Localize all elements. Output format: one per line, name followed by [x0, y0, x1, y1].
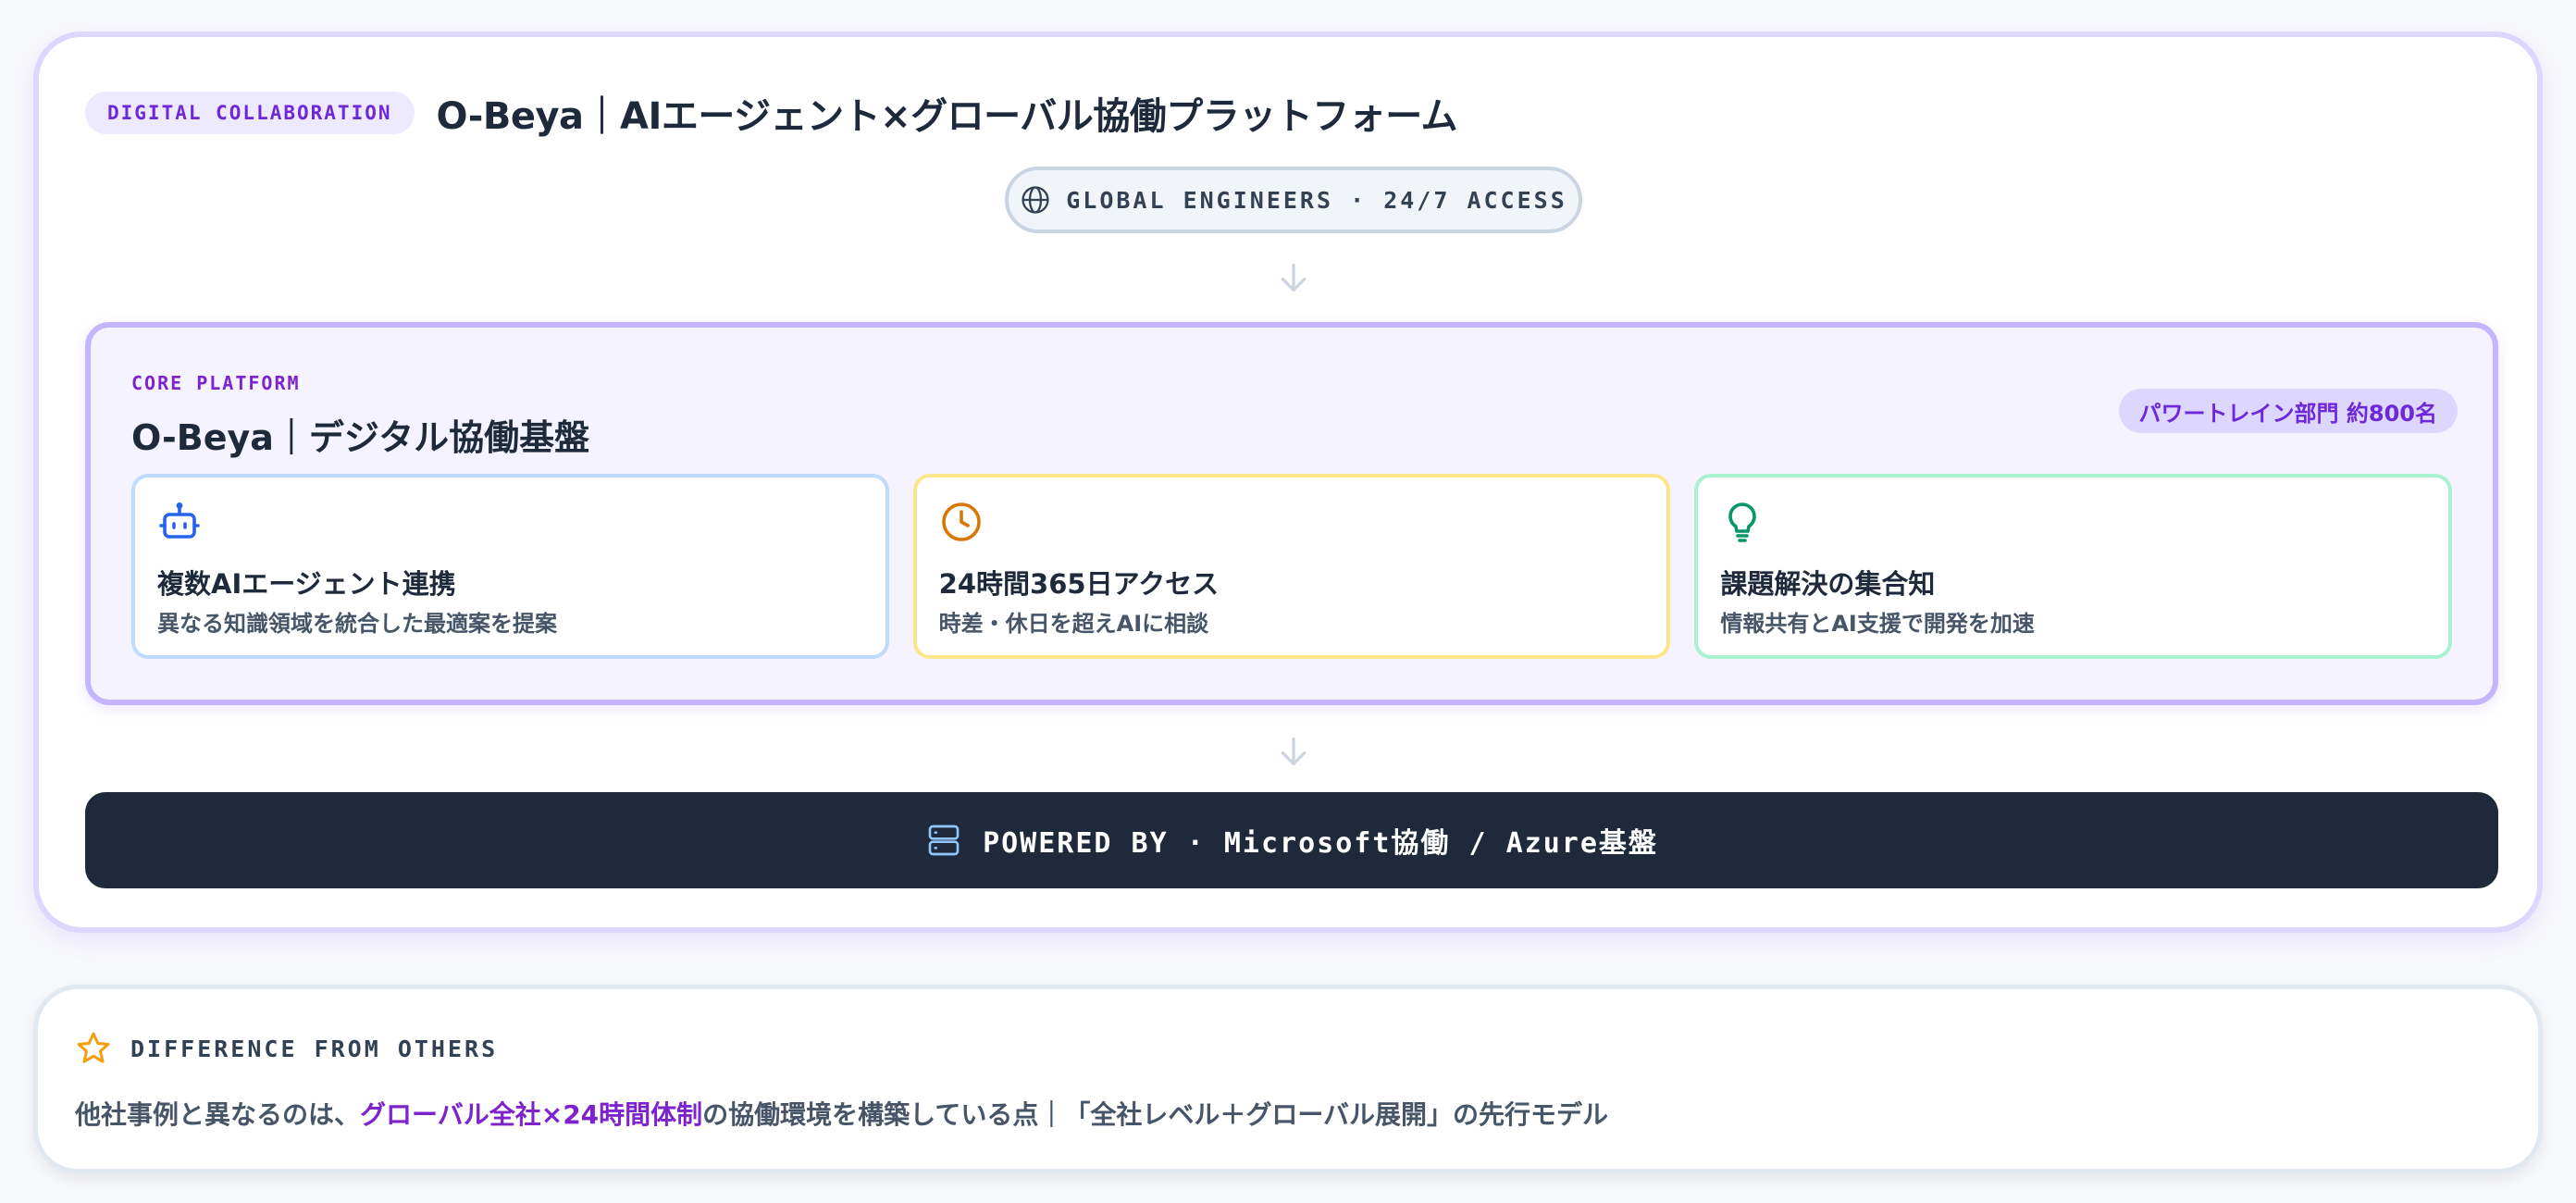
- category-tag: DIGITAL COLLABORATION: [85, 92, 415, 134]
- arrow-down-icon: [1281, 738, 1307, 765]
- access-pill: GLOBAL ENGINEERS · 24/7 ACCESS: [1005, 167, 1582, 233]
- arrow-down-icon: [1281, 264, 1307, 291]
- feature-list: 複数AIエージェント連携 異なる知識領域を統合した最適案を提案 24時間365日…: [131, 474, 2453, 659]
- department-badge: パワートレイン部門 約800名: [2118, 389, 2458, 433]
- feature-desc: 情報共有とAI支援で開発を加速: [1720, 611, 2035, 637]
- star-icon: [77, 1032, 110, 1063]
- feature-card-ai-agents: 複数AIエージェント連携 異なる知識領域を統合した最適案を提案: [131, 474, 889, 659]
- difference-header: DIFFERENCE FROM OTHERS: [75, 1030, 498, 1067]
- feature-card-collective-knowledge: 課題解決の集合知 情報共有とAI支援で開発を加速: [1694, 474, 2453, 659]
- core-title: O-Beya｜デジタル協働基盤: [131, 417, 590, 458]
- lightbulb-icon: [1728, 502, 1757, 542]
- feature-title: 複数AIエージェント連携: [157, 568, 456, 600]
- feature-title: 24時間365日アクセス: [938, 568, 1220, 600]
- core-platform: CORE PLATFORM O-Beya｜デジタル協働基盤 パワートレイン部門 …: [85, 322, 2498, 705]
- access-label: GLOBAL ENGINEERS · 24/7 ACCESS: [1066, 186, 1567, 214]
- globe-icon: [1022, 186, 1049, 214]
- core-kicker: CORE PLATFORM: [131, 372, 301, 394]
- server-icon: [928, 825, 960, 856]
- clock-icon: [941, 502, 981, 541]
- platform-card: DIGITAL COLLABORATION O-Beya｜AIエージェント×グロ…: [33, 31, 2543, 933]
- difference-text-end: の協働環境を構築している点｜「全社レベル＋グローバル展開」の先行モデル: [702, 1099, 1609, 1130]
- feature-title: 課題解決の集合知: [1720, 568, 1936, 600]
- difference-label: DIFFERENCE FROM OTHERS: [130, 1035, 499, 1062]
- powered-by-bar: POWERED BY · Microsoft協働 / Azure基盤: [85, 792, 2498, 888]
- difference-text: 他社事例と異なるのは、グローバル全社×24時間体制の協働環境を構築している点｜「…: [75, 1095, 1608, 1132]
- difference-card: DIFFERENCE FROM OTHERS 他社事例と異なるのは、グローバル全…: [33, 985, 2543, 1173]
- feature-desc: 異なる知識領域を統合した最適案を提案: [157, 611, 557, 637]
- robot-icon: [159, 502, 200, 539]
- powered-label: POWERED BY · Microsoft協働 / Azure基盤: [983, 827, 1658, 860]
- header: DIGITAL COLLABORATION O-Beya｜AIエージェント×グロ…: [85, 85, 1458, 141]
- feature-desc: 時差・休日を超えAIに相談: [938, 611, 1209, 637]
- page-title: O-Beya｜AIエージェント×グローバル協働プラットフォーム: [436, 95, 1458, 138]
- difference-text-start: 他社事例と異なるのは、: [75, 1099, 361, 1130]
- difference-highlight: グローバル全社×24時間体制: [360, 1099, 703, 1130]
- feature-card-24h-access: 24時間365日アクセス 時差・休日を超えAIに相談: [912, 474, 1671, 659]
